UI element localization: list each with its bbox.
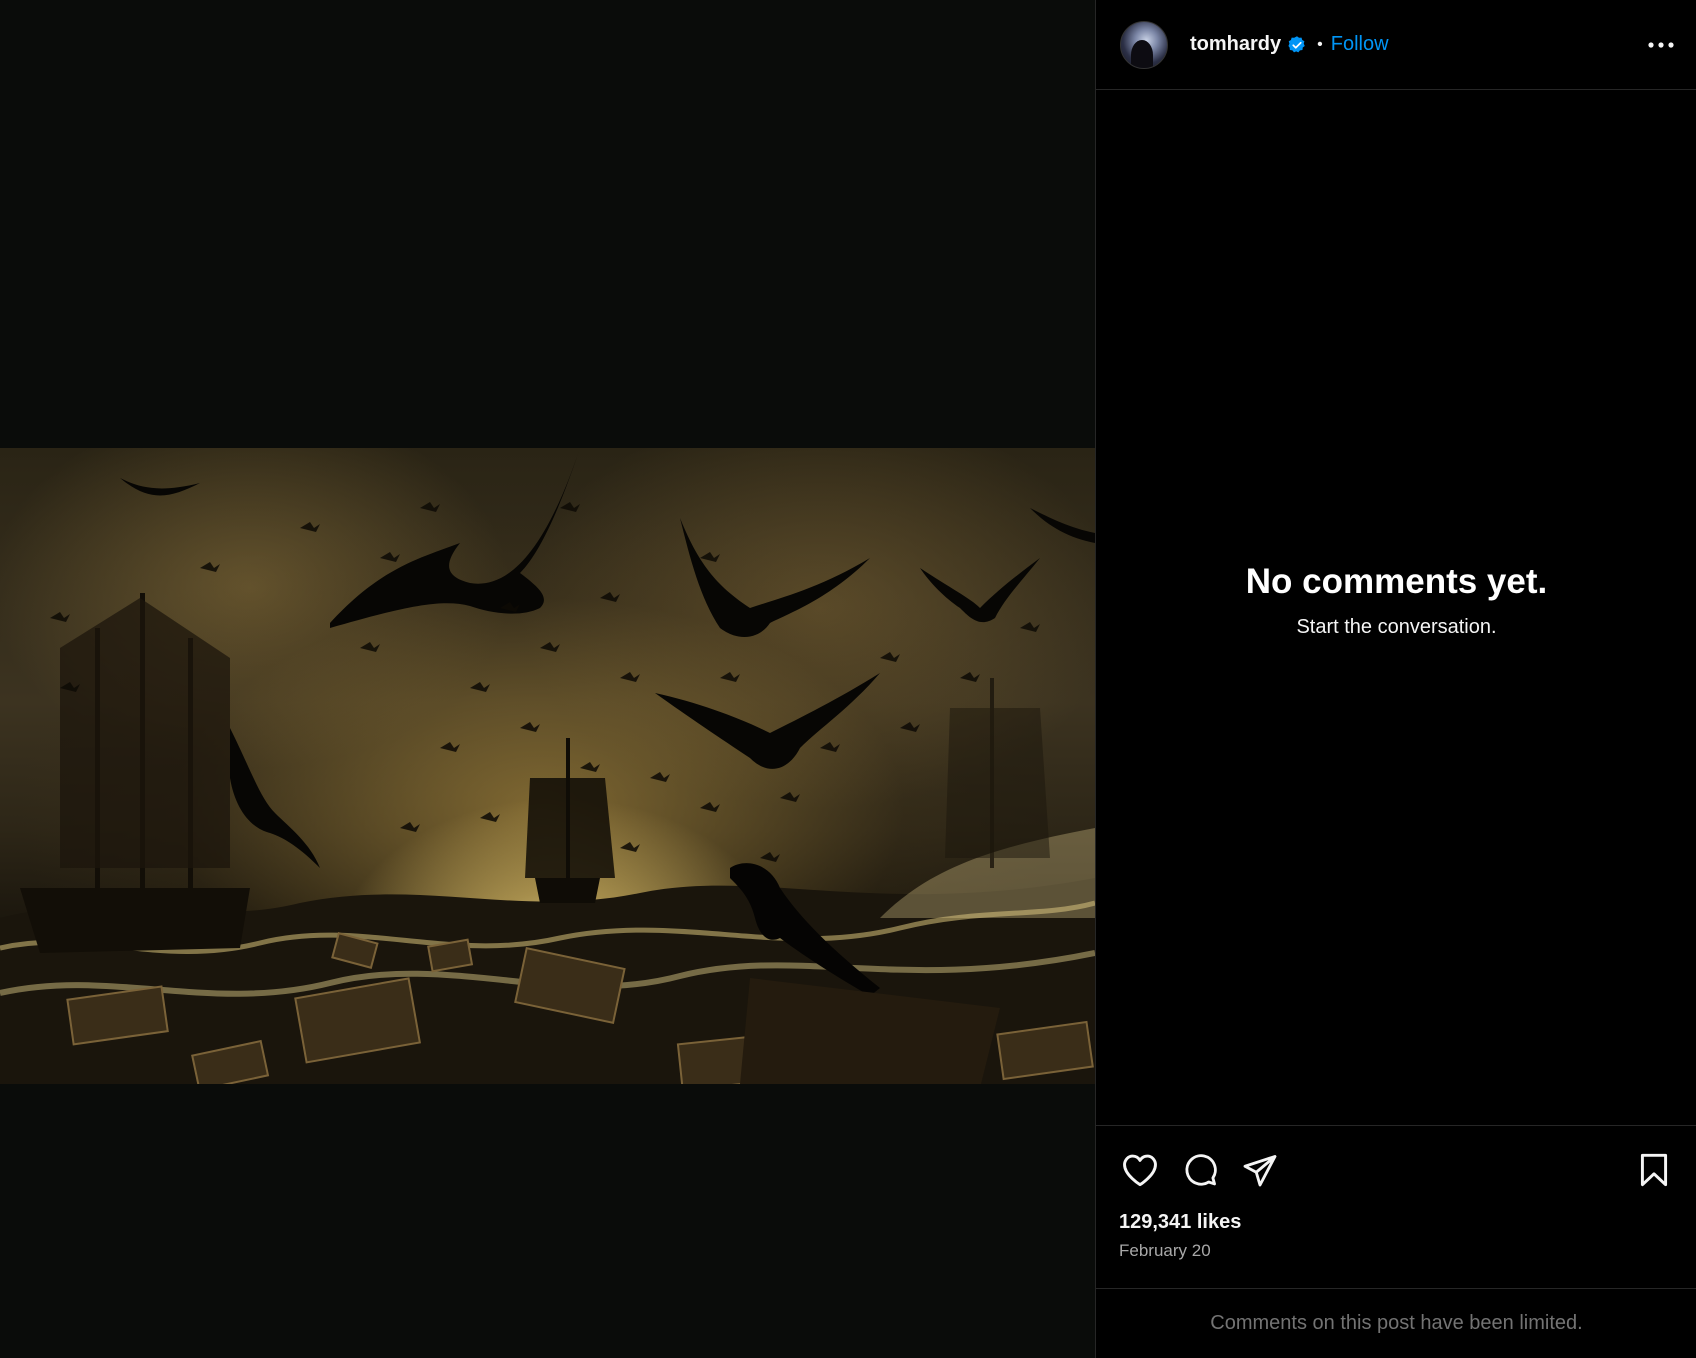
share-icon — [1243, 1155, 1277, 1187]
heart-icon — [1123, 1154, 1157, 1187]
comment-icon — [1185, 1154, 1217, 1186]
post-image[interactable] — [0, 448, 1095, 1084]
follow-button[interactable]: Follow — [1331, 33, 1389, 56]
no-comments-title: No comments yet. — [1245, 561, 1548, 601]
more-horizontal-icon — [1648, 41, 1674, 48]
comments-section: No comments yet. Start the conversation. — [1096, 91, 1696, 1125]
verified-badge-icon — [1288, 35, 1305, 52]
post-date[interactable]: February 20 — [1119, 1241, 1211, 1261]
stormy-sea-artwork — [0, 448, 1095, 1084]
like-button[interactable] — [1118, 1148, 1162, 1192]
no-comments-subtitle: Start the conversation. — [1296, 615, 1497, 638]
separator-dot: • — [1317, 35, 1323, 53]
username[interactable]: tomhardy — [1190, 33, 1281, 56]
comments-limited-notice: Comments on this post have been limited. — [1096, 1288, 1696, 1358]
share-button[interactable] — [1238, 1148, 1282, 1192]
post-media-container — [0, 0, 1095, 1358]
save-button[interactable] — [1632, 1148, 1676, 1192]
more-options-button[interactable] — [1645, 29, 1677, 61]
likes-count[interactable]: 129,341 likes — [1119, 1211, 1241, 1234]
avatar[interactable] — [1120, 20, 1168, 69]
post-actions: 129,341 likes February 20 — [1096, 1125, 1696, 1290]
post-header: tomhardy • Follow — [1096, 0, 1696, 90]
bookmark-icon — [1640, 1153, 1668, 1187]
comment-button[interactable] — [1178, 1148, 1222, 1192]
post-details-panel: tomhardy • Follow No comments yet. Start… — [1095, 0, 1696, 1358]
